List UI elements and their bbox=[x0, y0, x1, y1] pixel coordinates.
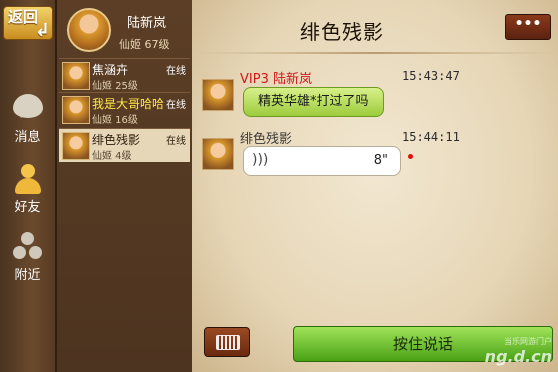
avatar bbox=[62, 62, 90, 90]
text-message-bubble: 精英华雄*打过了吗 bbox=[243, 87, 384, 117]
friend-class-level: 仙姬 25级 bbox=[92, 81, 138, 92]
friend-name: 我是大哥哈哈 bbox=[92, 97, 165, 111]
friend-name: 绯色残影 bbox=[92, 133, 141, 147]
watermark: 当乐网游门户 ng.d.cn bbox=[485, 336, 552, 366]
unread-dot bbox=[408, 154, 413, 159]
left-nav-rail: 返回 ↲ 消息 好友 附近 bbox=[0, 0, 57, 372]
nearby-people-icon bbox=[12, 232, 43, 262]
nav-item-label: 消息 bbox=[14, 130, 41, 145]
back-button[interactable]: 返回 ↲ bbox=[3, 6, 53, 41]
friend-status: 在线 bbox=[166, 136, 186, 147]
friend-class-level: 仙姬 4级 bbox=[92, 151, 132, 162]
keyboard-icon bbox=[216, 335, 240, 350]
message-sender: VIP3 陆新岚 bbox=[240, 72, 312, 87]
back-label: 返回 bbox=[8, 8, 39, 26]
message-time: 15:43:47 bbox=[402, 69, 460, 83]
more-options-button[interactable]: ••• bbox=[505, 14, 551, 40]
message-time: 15:44:11 bbox=[402, 130, 460, 144]
nav-item-label: 好友 bbox=[14, 200, 41, 215]
avatar[interactable] bbox=[202, 79, 234, 111]
voice-wave-icon: ))) bbox=[252, 152, 269, 168]
watermark-main: ng.d.cn bbox=[484, 347, 552, 366]
nav-item-nearby[interactable]: 附近 bbox=[0, 232, 55, 283]
message-bubble-icon bbox=[12, 94, 43, 118]
divider bbox=[198, 52, 552, 54]
my-name: 陆新岚 bbox=[127, 16, 167, 31]
message-sender: 绯色残影 bbox=[240, 132, 293, 147]
friend-item-selected[interactable]: 绯色残影 在线 仙姬 4级 bbox=[59, 128, 190, 162]
keyboard-toggle-button[interactable] bbox=[204, 327, 250, 357]
friend-item[interactable]: 焦涵卉 在线 仙姬 25级 bbox=[59, 58, 190, 92]
watermark-sub: 当乐网游门户 bbox=[504, 337, 552, 346]
friend-class-level: 仙姬 16级 bbox=[92, 115, 138, 126]
chat-title: 绯色残影 bbox=[300, 20, 384, 44]
my-class-level: 仙姬 67级 bbox=[119, 38, 170, 51]
nav-item-messages[interactable]: 消息 bbox=[0, 94, 55, 145]
nav-item-label: 附近 bbox=[14, 268, 41, 283]
avatar[interactable] bbox=[202, 138, 234, 170]
chat-panel: 绯色残影 ••• VIP3 陆新岚 15:43:47 精英华雄*打过了吗 绯色残… bbox=[192, 0, 558, 372]
friend-status: 在线 bbox=[166, 66, 186, 77]
friend-status: 在线 bbox=[166, 100, 186, 111]
friend-item[interactable]: 我是大哥哈哈 在线 仙姬 16级 bbox=[59, 92, 190, 126]
back-arrow-icon: ↲ bbox=[34, 20, 50, 41]
avatar bbox=[62, 96, 90, 124]
friend-name: 焦涵卉 bbox=[92, 63, 129, 77]
nav-item-friends[interactable]: 好友 bbox=[0, 164, 55, 215]
avatar bbox=[62, 132, 90, 160]
avatar bbox=[67, 8, 111, 52]
voice-duration: 8" bbox=[373, 153, 388, 168]
person-icon bbox=[14, 164, 42, 196]
my-profile: 陆新岚 仙姬 67级 bbox=[57, 0, 192, 58]
voice-message-bubble[interactable]: ))) 8" bbox=[243, 146, 401, 176]
friend-list-panel: 陆新岚 仙姬 67级 焦涵卉 在线 仙姬 25级 我是大哥哈哈 在线 仙姬 16… bbox=[57, 0, 192, 372]
